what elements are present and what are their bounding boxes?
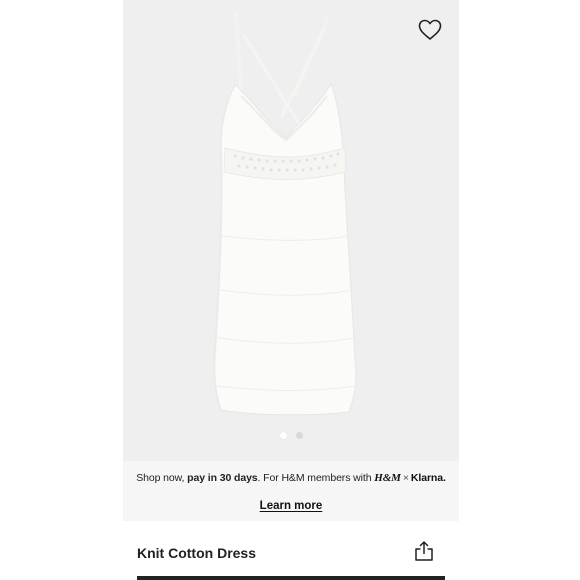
klarna-promo-banner: Shop now, pay in 30 days. For H&M member… xyxy=(123,461,459,521)
share-icon xyxy=(415,541,433,561)
klarna-promo-text: Shop now, pay in 30 days. For H&M member… xyxy=(123,472,459,484)
product-image xyxy=(213,11,357,416)
product-image-gallery[interactable] xyxy=(123,0,459,460)
heart-outline-icon xyxy=(418,19,442,40)
product-title: Knit Cotton Dress xyxy=(137,545,256,561)
promo-text-bold: pay in 30 days xyxy=(187,472,258,484)
gallery-pagination xyxy=(123,432,459,442)
hm-logo: H&M xyxy=(374,472,401,484)
product-page: Shop now, pay in 30 days. For H&M member… xyxy=(123,0,459,580)
promo-text-suffix: . For H&M members with xyxy=(257,472,375,484)
product-info: Knit Cotton Dress xyxy=(123,521,459,580)
klarna-logo: Klarna. xyxy=(410,472,446,484)
share-button[interactable] xyxy=(412,539,436,563)
gallery-dot-active[interactable] xyxy=(279,432,287,439)
gallery-dot[interactable] xyxy=(295,432,303,439)
brand-separator: × xyxy=(402,472,409,484)
promo-text-prefix: Shop now, xyxy=(136,472,188,484)
add-to-bag-button[interactable] xyxy=(137,576,445,580)
wishlist-button[interactable] xyxy=(412,14,448,46)
learn-more-link[interactable]: Learn more xyxy=(123,500,459,512)
